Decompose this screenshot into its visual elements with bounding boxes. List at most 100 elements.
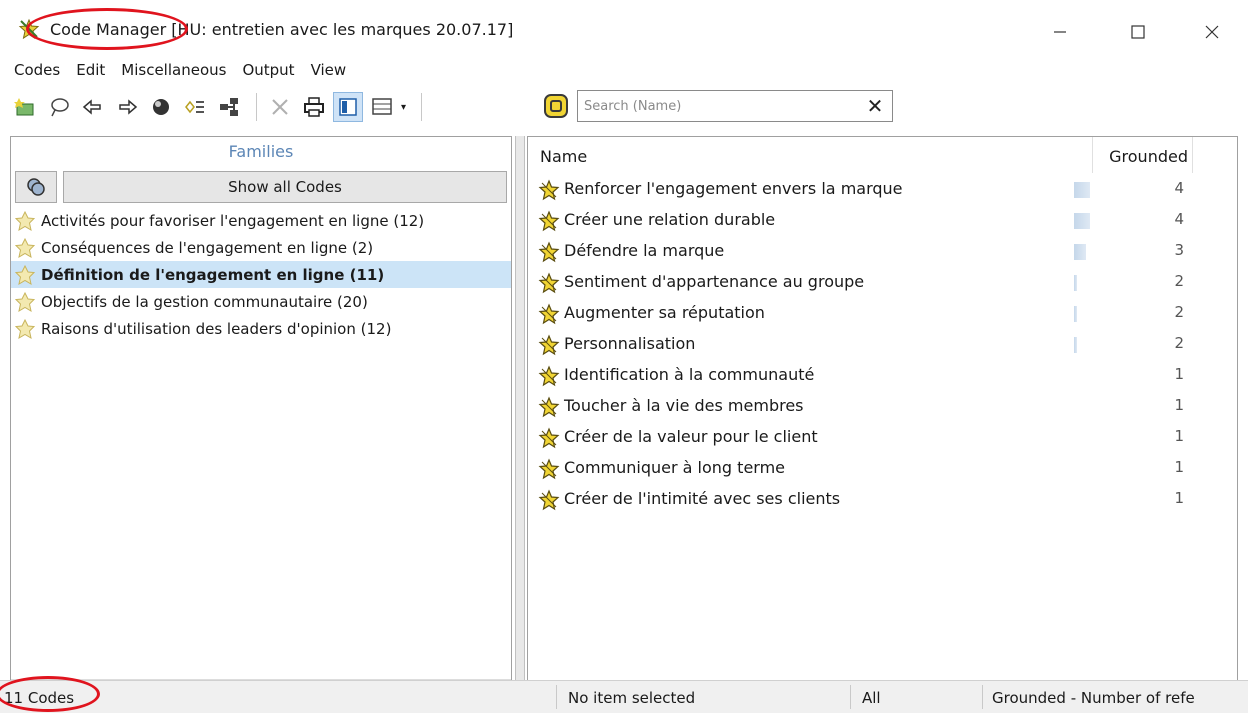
code-name: Augmenter sa réputation <box>564 303 765 322</box>
code-name: Créer de l'intimité avec ses clients <box>564 489 841 508</box>
delete-button[interactable] <box>265 92 295 122</box>
code-icon <box>538 365 560 387</box>
back-button[interactable] <box>78 92 108 122</box>
toolbar-separator-2 <box>421 93 422 121</box>
code-row[interactable]: Renforcer l'engagement envers la marque 4 <box>528 174 1237 205</box>
code-row[interactable]: Défendre la marque 3 <box>528 236 1237 267</box>
grounded-bar <box>1074 306 1077 322</box>
menu-edit[interactable]: Edit <box>76 61 105 79</box>
print-button[interactable] <box>299 92 329 122</box>
code-icon <box>538 458 560 480</box>
minimize-icon <box>1054 31 1066 33</box>
status-sort: Grounded - Number of refe <box>992 689 1195 707</box>
toolbar-separator <box>256 93 257 121</box>
code-row[interactable]: Augmenter sa réputation 2 <box>528 298 1237 329</box>
code-name: Sentiment d'appartenance au groupe <box>564 272 865 291</box>
maximize-icon <box>1131 25 1145 39</box>
comment-button[interactable] <box>44 92 74 122</box>
column-header-name[interactable]: Name <box>540 147 587 166</box>
family-icon <box>15 237 35 258</box>
single-pane-icon <box>339 98 357 116</box>
search-filter-icon[interactable] <box>542 92 570 120</box>
search-input[interactable] <box>578 91 848 121</box>
grounded-count: 1 <box>1174 489 1184 507</box>
code-row[interactable]: Personnalisation 2 <box>528 329 1237 360</box>
forward-arrow-icon <box>119 99 138 115</box>
code-name: Créer de la valeur pour le client <box>564 427 818 446</box>
code-manager-icon <box>18 18 40 40</box>
grounded-bar <box>1074 182 1090 198</box>
forward-button[interactable] <box>112 92 142 122</box>
family-icon <box>15 318 35 339</box>
grid-view-button[interactable] <box>367 92 397 122</box>
family-item-selected[interactable]: Définition de l'engagement en ligne (11) <box>11 261 511 288</box>
family-icon <box>15 264 35 285</box>
families-controls: Show all Codes <box>15 171 507 203</box>
codes-panel: Name Grounded Renforcer l'engagement env… <box>527 136 1238 704</box>
code-icon <box>538 210 560 232</box>
grounded-count: 1 <box>1174 365 1184 383</box>
grounded-bar <box>1074 275 1077 291</box>
code-row[interactable]: Toucher à la vie des membres 1 <box>528 391 1237 422</box>
code-row[interactable]: Créer de l'intimité avec ses clients 1 <box>528 484 1237 515</box>
grid-view-dropdown[interactable]: ▾ <box>401 102 413 113</box>
window-title: Code Manager [HU: entretien avec les mar… <box>50 20 514 39</box>
menu-codes[interactable]: Codes <box>14 61 60 79</box>
menu-output[interactable]: Output <box>242 61 294 79</box>
tree-button[interactable] <box>214 92 244 122</box>
family-item[interactable]: Raisons d'utilisation des leaders d'opin… <box>11 315 511 342</box>
code-row[interactable]: Identification à la communauté 1 <box>528 360 1237 391</box>
show-all-codes-button[interactable]: Show all Codes <box>63 171 507 203</box>
menu-view[interactable]: View <box>311 61 347 79</box>
code-row[interactable]: Créer une relation durable 4 <box>528 205 1237 236</box>
code-icon <box>538 241 560 263</box>
new-code-button[interactable] <box>10 92 40 122</box>
family-icon <box>15 291 35 312</box>
code-icon <box>538 396 560 418</box>
status-divider <box>556 685 557 709</box>
close-button[interactable] <box>1192 14 1232 50</box>
minimize-button[interactable] <box>1040 14 1080 50</box>
family-filter-button[interactable] <box>15 171 57 203</box>
family-item[interactable]: Objectifs de la gestion communautaire (2… <box>11 288 511 315</box>
grounded-count: 2 <box>1174 334 1184 352</box>
grounded-count: 4 <box>1174 179 1184 197</box>
code-row[interactable]: Sentiment d'appartenance au groupe 2 <box>528 267 1237 298</box>
maximize-button[interactable] <box>1118 14 1158 50</box>
column-header-grounded[interactable]: Grounded <box>1096 147 1188 166</box>
column-divider <box>1092 137 1093 173</box>
status-bar: 11 Codes No item selected All Grounded -… <box>0 680 1248 713</box>
status-filter: All <box>862 689 881 707</box>
grid-view-icon <box>372 98 392 115</box>
code-row[interactable]: Communiquer à long terme 1 <box>528 453 1237 484</box>
print-icon <box>304 97 324 117</box>
merge-codes-button[interactable] <box>180 92 210 122</box>
code-icon <box>538 272 560 294</box>
back-arrow-icon <box>82 99 101 115</box>
title-bar: Code Manager [HU: entretien avec les mar… <box>0 0 1248 56</box>
menu-miscellaneous[interactable]: Miscellaneous <box>121 61 226 79</box>
color-button[interactable] <box>146 92 176 122</box>
menu-bar: Codes Edit Miscellaneous Output View <box>0 56 1248 84</box>
clear-search-icon[interactable]: ✕ <box>864 95 886 117</box>
pane-splitter[interactable] <box>515 136 525 704</box>
families-header: Families <box>228 142 294 161</box>
code-icon <box>538 334 560 356</box>
family-item[interactable]: Conséquences de l'engagement en ligne (2… <box>11 234 511 261</box>
search-box: ✕ <box>577 90 893 122</box>
grounded-count: 1 <box>1174 427 1184 445</box>
single-pane-button[interactable] <box>333 92 363 122</box>
family-label: Objectifs de la gestion communautaire (2… <box>41 292 368 311</box>
grounded-count: 1 <box>1174 458 1184 476</box>
family-item[interactable]: Activités pour favoriser l'engagement en… <box>11 207 511 234</box>
new-code-icon <box>14 98 34 116</box>
grounded-bar <box>1074 337 1077 353</box>
grounded-count: 2 <box>1174 272 1184 290</box>
merge-codes-icon <box>185 100 204 114</box>
code-row[interactable]: Créer de la valeur pour le client 1 <box>528 422 1237 453</box>
family-label: Raisons d'utilisation des leaders d'opin… <box>41 319 392 338</box>
code-icon <box>538 427 560 449</box>
family-label: Activités pour favoriser l'engagement en… <box>41 211 425 230</box>
grounded-bar <box>1074 244 1086 260</box>
grounded-count: 2 <box>1174 303 1184 321</box>
